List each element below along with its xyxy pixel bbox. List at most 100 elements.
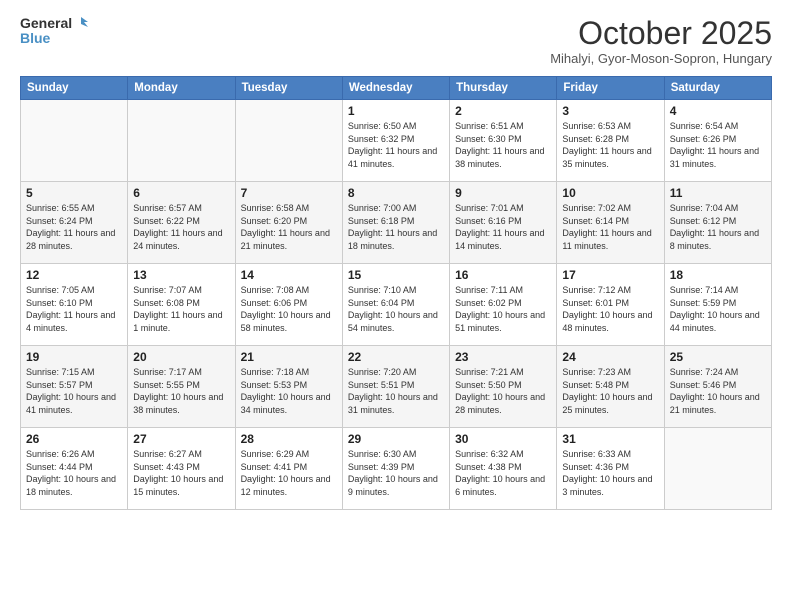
day-number: 2 <box>455 104 551 118</box>
calendar-week-5: 26Sunrise: 6:26 AM Sunset: 4:44 PM Dayli… <box>21 428 772 510</box>
calendar-cell: 1 Sunrise: 6:50 AM Sunset: 6:32 PM Daylig… <box>342 100 449 182</box>
day-number: 7 <box>241 186 337 200</box>
day-info: Sunrise: 7:20 AM Sunset: 5:51 PM Dayligh… <box>348 366 444 416</box>
day-info: Sunrise: 7:23 AM Sunset: 5:48 PM Dayligh… <box>562 366 658 416</box>
day-info: Sunrise: 7:10 AM Sunset: 6:04 PM Dayligh… <box>348 284 444 334</box>
day-number: 16 <box>455 268 551 282</box>
calendar-cell: 10 Sunrise: 7:02 AM Sunset: 6:14 PM Dayli… <box>557 182 664 264</box>
col-thursday: Thursday <box>450 77 557 100</box>
day-number: 18 <box>670 268 766 282</box>
calendar-cell: 5 Sunrise: 6:55 AM Sunset: 6:24 PM Daylig… <box>21 182 128 264</box>
day-info: Sunrise: 6:50 AM Sunset: 6:32 PM Dayligh… <box>348 120 444 170</box>
calendar-cell: 3 Sunrise: 6:53 AM Sunset: 6:28 PM Daylig… <box>557 100 664 182</box>
day-number: 29 <box>348 432 444 446</box>
calendar-cell <box>128 100 235 182</box>
day-number: 12 <box>26 268 122 282</box>
day-number: 17 <box>562 268 658 282</box>
calendar-cell: 17 Sunrise: 7:12 AM Sunset: 6:01 PM Dayli… <box>557 264 664 346</box>
day-number: 6 <box>133 186 229 200</box>
day-number: 21 <box>241 350 337 364</box>
logo-general: General <box>20 16 72 31</box>
calendar-cell: 23Sunrise: 7:21 AM Sunset: 5:50 PM Dayli… <box>450 346 557 428</box>
day-number: 31 <box>562 432 658 446</box>
logo-bird-icon <box>74 17 88 31</box>
calendar-cell: 4 Sunrise: 6:54 AM Sunset: 6:26 PM Daylig… <box>664 100 771 182</box>
day-info: Sunrise: 6:57 AM Sunset: 6:22 PM Dayligh… <box>133 202 229 252</box>
calendar-cell: 21 Sunrise: 7:18 AM Sunset: 5:53 PM Dayli… <box>235 346 342 428</box>
day-number: 22 <box>348 350 444 364</box>
day-info: Sunrise: 7:11 AM Sunset: 6:02 PM Dayligh… <box>455 284 551 334</box>
calendar-cell: 25Sunrise: 7:24 AM Sunset: 5:46 PM Dayli… <box>664 346 771 428</box>
day-number: 10 <box>562 186 658 200</box>
col-tuesday: Tuesday <box>235 77 342 100</box>
calendar-cell: 11 Sunrise: 7:04 AM Sunset: 6:12 PM Dayli… <box>664 182 771 264</box>
day-number: 20 <box>133 350 229 364</box>
day-info: Sunrise: 6:29 AM Sunset: 4:41 PM Dayligh… <box>241 448 337 498</box>
day-info: Sunrise: 6:53 AM Sunset: 6:28 PM Dayligh… <box>562 120 658 170</box>
day-number: 3 <box>562 104 658 118</box>
calendar-cell: 9 Sunrise: 7:01 AM Sunset: 6:16 PM Daylig… <box>450 182 557 264</box>
day-info: Sunrise: 6:55 AM Sunset: 6:24 PM Dayligh… <box>26 202 122 252</box>
calendar-week-4: 19Sunrise: 7:15 AM Sunset: 5:57 PM Dayli… <box>21 346 772 428</box>
calendar-cell: 24Sunrise: 7:23 AM Sunset: 5:48 PM Dayli… <box>557 346 664 428</box>
day-info: Sunrise: 7:14 AM Sunset: 5:59 PM Dayligh… <box>670 284 766 334</box>
day-info: Sunrise: 6:33 AM Sunset: 4:36 PM Dayligh… <box>562 448 658 498</box>
calendar-cell <box>664 428 771 510</box>
calendar-cell: 6 Sunrise: 6:57 AM Sunset: 6:22 PM Daylig… <box>128 182 235 264</box>
day-info: Sunrise: 7:07 AM Sunset: 6:08 PM Dayligh… <box>133 284 229 334</box>
logo-blue: Blue <box>20 31 88 46</box>
calendar-week-1: 1 Sunrise: 6:50 AM Sunset: 6:32 PM Daylig… <box>21 100 772 182</box>
calendar-cell: 29 Sunrise: 6:30 AM Sunset: 4:39 PM Dayli… <box>342 428 449 510</box>
day-number: 8 <box>348 186 444 200</box>
day-info: Sunrise: 7:04 AM Sunset: 6:12 PM Dayligh… <box>670 202 766 252</box>
day-info: Sunrise: 6:26 AM Sunset: 4:44 PM Dayligh… <box>26 448 122 498</box>
day-info: Sunrise: 7:17 AM Sunset: 5:55 PM Dayligh… <box>133 366 229 416</box>
calendar-week-2: 5 Sunrise: 6:55 AM Sunset: 6:24 PM Daylig… <box>21 182 772 264</box>
day-number: 1 <box>348 104 444 118</box>
col-saturday: Saturday <box>664 77 771 100</box>
day-info: Sunrise: 7:08 AM Sunset: 6:06 PM Dayligh… <box>241 284 337 334</box>
calendar-week-3: 12 Sunrise: 7:05 AM Sunset: 6:10 PM Dayli… <box>21 264 772 346</box>
day-info: Sunrise: 6:27 AM Sunset: 4:43 PM Dayligh… <box>133 448 229 498</box>
day-number: 19 <box>26 350 122 364</box>
day-number: 9 <box>455 186 551 200</box>
day-number: 30 <box>455 432 551 446</box>
calendar-cell: 14Sunrise: 7:08 AM Sunset: 6:06 PM Dayli… <box>235 264 342 346</box>
page-header: General Blue October 2025 Mihalyi, Gyor-… <box>20 16 772 66</box>
calendar-cell: 15Sunrise: 7:10 AM Sunset: 6:04 PM Dayli… <box>342 264 449 346</box>
day-info: Sunrise: 6:51 AM Sunset: 6:30 PM Dayligh… <box>455 120 551 170</box>
day-info: Sunrise: 6:32 AM Sunset: 4:38 PM Dayligh… <box>455 448 551 498</box>
month-title: October 2025 <box>550 16 772 51</box>
day-number: 5 <box>26 186 122 200</box>
calendar-cell: 19Sunrise: 7:15 AM Sunset: 5:57 PM Dayli… <box>21 346 128 428</box>
calendar-cell: 8 Sunrise: 7:00 AM Sunset: 6:18 PM Daylig… <box>342 182 449 264</box>
col-monday: Monday <box>128 77 235 100</box>
calendar-cell: 2 Sunrise: 6:51 AM Sunset: 6:30 PM Daylig… <box>450 100 557 182</box>
day-info: Sunrise: 7:18 AM Sunset: 5:53 PM Dayligh… <box>241 366 337 416</box>
day-info: Sunrise: 6:30 AM Sunset: 4:39 PM Dayligh… <box>348 448 444 498</box>
day-info: Sunrise: 7:05 AM Sunset: 6:10 PM Dayligh… <box>26 284 122 334</box>
day-info: Sunrise: 7:01 AM Sunset: 6:16 PM Dayligh… <box>455 202 551 252</box>
day-number: 11 <box>670 186 766 200</box>
calendar-cell: 31 Sunrise: 6:33 AM Sunset: 4:36 PM Dayli… <box>557 428 664 510</box>
calendar-cell: 27Sunrise: 6:27 AM Sunset: 4:43 PM Dayli… <box>128 428 235 510</box>
day-info: Sunrise: 7:02 AM Sunset: 6:14 PM Dayligh… <box>562 202 658 252</box>
calendar-table: Sunday Monday Tuesday Wednesday Thursday… <box>20 76 772 510</box>
day-number: 13 <box>133 268 229 282</box>
calendar-cell: 7Sunrise: 6:58 AM Sunset: 6:20 PM Daylig… <box>235 182 342 264</box>
day-number: 23 <box>455 350 551 364</box>
day-info: Sunrise: 7:00 AM Sunset: 6:18 PM Dayligh… <box>348 202 444 252</box>
day-info: Sunrise: 7:12 AM Sunset: 6:01 PM Dayligh… <box>562 284 658 334</box>
calendar-cell: 13 Sunrise: 7:07 AM Sunset: 6:08 PM Dayli… <box>128 264 235 346</box>
calendar-cell: 16 Sunrise: 7:11 AM Sunset: 6:02 PM Dayli… <box>450 264 557 346</box>
col-sunday: Sunday <box>21 77 128 100</box>
day-number: 28 <box>241 432 337 446</box>
header-row: Sunday Monday Tuesday Wednesday Thursday… <box>21 77 772 100</box>
day-number: 25 <box>670 350 766 364</box>
day-number: 4 <box>670 104 766 118</box>
calendar-cell: 12 Sunrise: 7:05 AM Sunset: 6:10 PM Dayli… <box>21 264 128 346</box>
calendar-cell: 30 Sunrise: 6:32 AM Sunset: 4:38 PM Dayli… <box>450 428 557 510</box>
calendar-cell: 18 Sunrise: 7:14 AM Sunset: 5:59 PM Dayli… <box>664 264 771 346</box>
col-friday: Friday <box>557 77 664 100</box>
day-info: Sunrise: 6:54 AM Sunset: 6:26 PM Dayligh… <box>670 120 766 170</box>
